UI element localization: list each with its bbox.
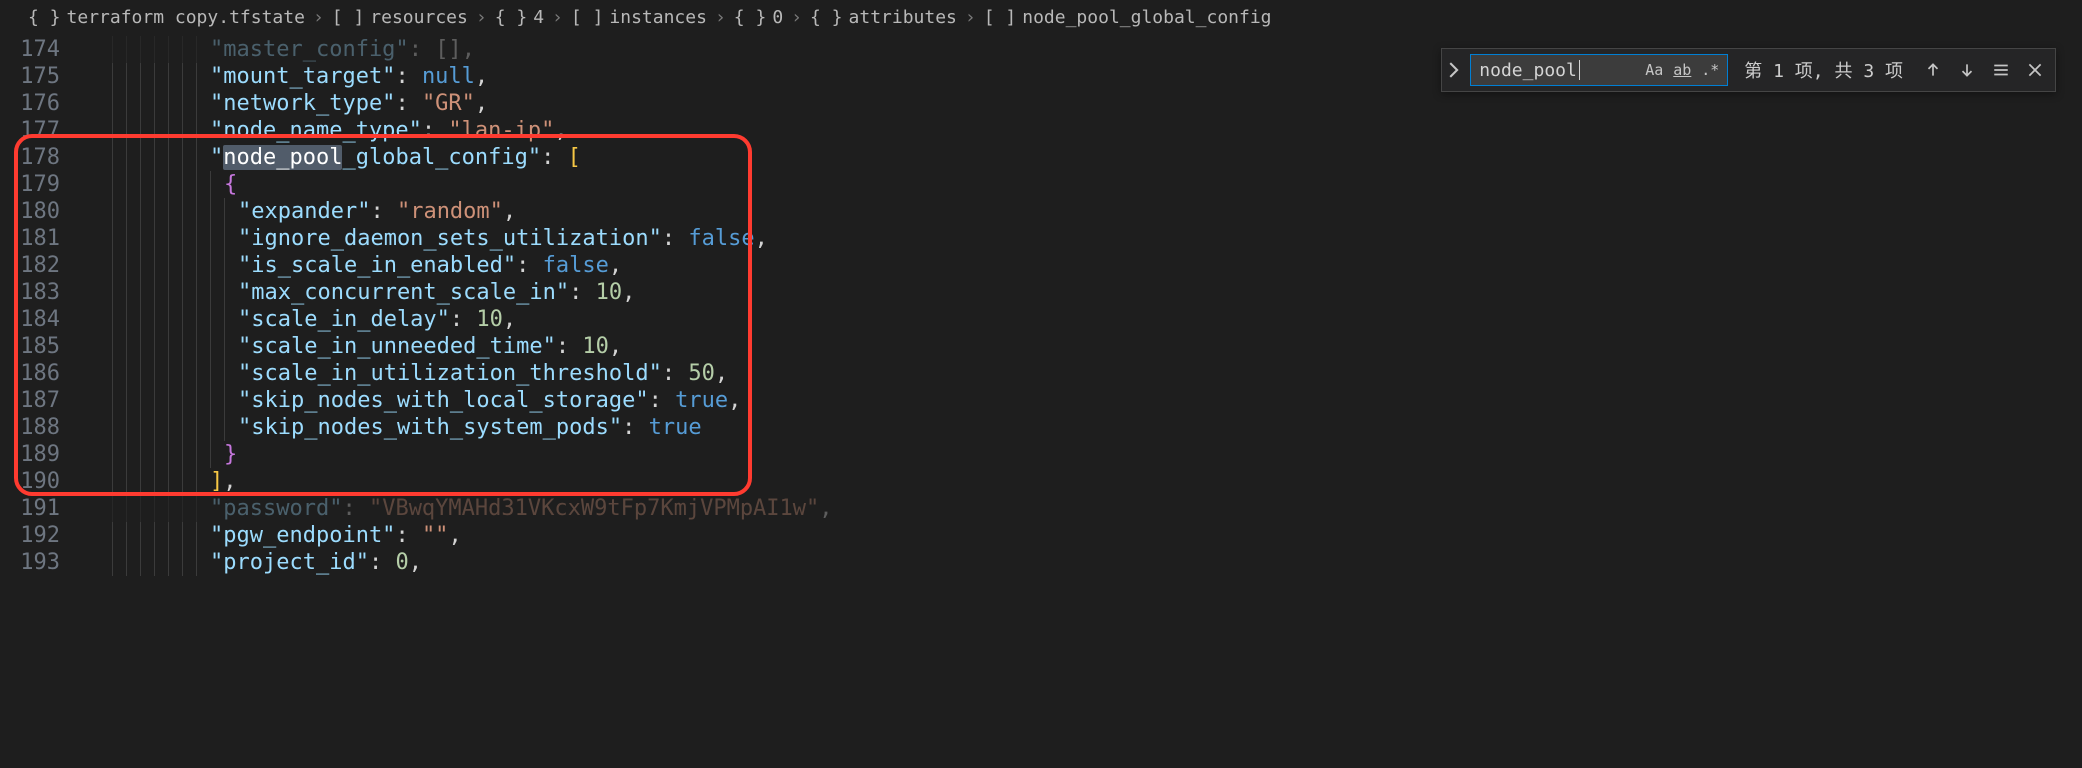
close-find-icon[interactable] <box>2021 56 2049 84</box>
breadcrumb-segment[interactable]: { } terraform copy.tfstate <box>28 7 305 28</box>
code-line[interactable]: "expander": "random", <box>112 198 2082 225</box>
breadcrumb-label: node_pool_global_config <box>1022 7 1271 28</box>
breadcrumb-type-icon: [ ] <box>332 7 365 28</box>
code-line[interactable]: } <box>112 441 2082 468</box>
breadcrumb-segment[interactable]: { }4 <box>495 7 544 28</box>
breadcrumb-separator-icon: › <box>791 7 802 28</box>
code-line[interactable]: "is_scale_in_enabled": false, <box>112 252 2082 279</box>
line-number: 186 <box>0 360 60 387</box>
regex-toggle[interactable]: .* <box>1697 58 1723 82</box>
breadcrumb-separator-icon: › <box>552 7 563 28</box>
line-number: 180 <box>0 198 60 225</box>
line-number: 191 <box>0 495 60 522</box>
breadcrumb-separator-icon: › <box>715 7 726 28</box>
breadcrumb-type-icon: [ ] <box>571 7 604 28</box>
code-editor[interactable]: 1741751761771781791801811821831841851861… <box>0 36 2082 576</box>
find-input[interactable]: node_pool Aa ab .* <box>1470 54 1728 86</box>
find-widget: node_pool Aa ab .* 第 1 项, 共 3 项 <box>1441 48 2056 92</box>
prev-match-icon[interactable] <box>1919 56 1947 84</box>
breadcrumb-segment[interactable]: [ ]resources <box>332 7 468 28</box>
next-match-icon[interactable] <box>1953 56 1981 84</box>
code-line[interactable]: "scale_in_delay": 10, <box>112 306 2082 333</box>
find-in-selection-icon[interactable] <box>1987 56 2015 84</box>
breadcrumb-label: attributes <box>849 7 957 28</box>
code-content[interactable]: "master_config": [],"mount_target": null… <box>82 36 2082 576</box>
breadcrumb-label: resources <box>370 7 468 28</box>
match-case-toggle[interactable]: Aa <box>1641 58 1667 82</box>
line-number: 182 <box>0 252 60 279</box>
breadcrumb-separator-icon: › <box>476 7 487 28</box>
breadcrumb-label: instances <box>609 7 707 28</box>
code-line[interactable]: "project_id": 0, <box>112 549 2082 576</box>
line-number: 176 <box>0 90 60 117</box>
code-line[interactable]: "password": "VBwqYMAHd31VKcxW9tFp7KmjVPM… <box>112 495 2082 522</box>
breadcrumb-type-icon: { } <box>28 7 61 28</box>
breadcrumb-label: 4 <box>533 7 544 28</box>
breadcrumb-type-icon: { } <box>495 7 528 28</box>
breadcrumb-type-icon: { } <box>734 7 767 28</box>
code-line[interactable]: "scale_in_unneeded_time": 10, <box>112 333 2082 360</box>
breadcrumb-type-icon: { } <box>810 7 843 28</box>
breadcrumb-segment[interactable]: [ ]node_pool_global_config <box>984 7 1272 28</box>
code-line[interactable]: "node_name_type": "lan-ip", <box>112 117 2082 144</box>
line-number: 183 <box>0 279 60 306</box>
line-number: 184 <box>0 306 60 333</box>
breadcrumb-segment[interactable]: [ ]instances <box>571 7 707 28</box>
code-line[interactable]: "max_concurrent_scale_in": 10, <box>112 279 2082 306</box>
code-line[interactable]: { <box>112 171 2082 198</box>
code-line[interactable]: "skip_nodes_with_local_storage": true, <box>112 387 2082 414</box>
find-input-value: node_pool <box>1479 60 1577 81</box>
breadcrumb-separator-icon: › <box>313 7 324 28</box>
code-line[interactable]: ], <box>112 468 2082 495</box>
line-number: 185 <box>0 333 60 360</box>
line-number: 178 <box>0 144 60 171</box>
code-line[interactable]: "scale_in_utilization_threshold": 50, <box>112 360 2082 387</box>
line-number: 177 <box>0 117 60 144</box>
breadcrumb-segment[interactable]: { } attributes <box>810 7 957 28</box>
line-number: 188 <box>0 414 60 441</box>
line-number: 175 <box>0 63 60 90</box>
breadcrumb: { }terraform copy.tfstate›[ ]resources›{… <box>0 0 2082 36</box>
code-line[interactable]: "node_pool_global_config": [ <box>112 144 2082 171</box>
breadcrumb-segment[interactable]: { }0 <box>734 7 783 28</box>
code-line[interactable]: "network_type": "GR", <box>112 90 2082 117</box>
line-number: 193 <box>0 549 60 576</box>
code-line[interactable]: "ignore_daemon_sets_utilization": false, <box>112 225 2082 252</box>
breadcrumb-type-icon: [ ] <box>984 7 1017 28</box>
expand-replace-icon[interactable] <box>1442 49 1464 91</box>
breadcrumb-label: terraform copy.tfstate <box>67 7 305 28</box>
breadcrumb-label: 0 <box>772 7 783 28</box>
whole-word-toggle[interactable]: ab <box>1669 58 1695 82</box>
find-status: 第 1 项, 共 3 项 <box>1744 57 1903 83</box>
code-line[interactable]: "pgw_endpoint": "", <box>112 522 2082 549</box>
line-number: 187 <box>0 387 60 414</box>
line-number: 190 <box>0 468 60 495</box>
line-number: 174 <box>0 36 60 63</box>
line-number: 179 <box>0 171 60 198</box>
line-number: 192 <box>0 522 60 549</box>
gutter: 1741751761771781791801811821831841851861… <box>0 36 82 576</box>
line-number: 189 <box>0 441 60 468</box>
code-line[interactable]: "skip_nodes_with_system_pods": true <box>112 414 2082 441</box>
breadcrumb-separator-icon: › <box>965 7 976 28</box>
line-number: 181 <box>0 225 60 252</box>
